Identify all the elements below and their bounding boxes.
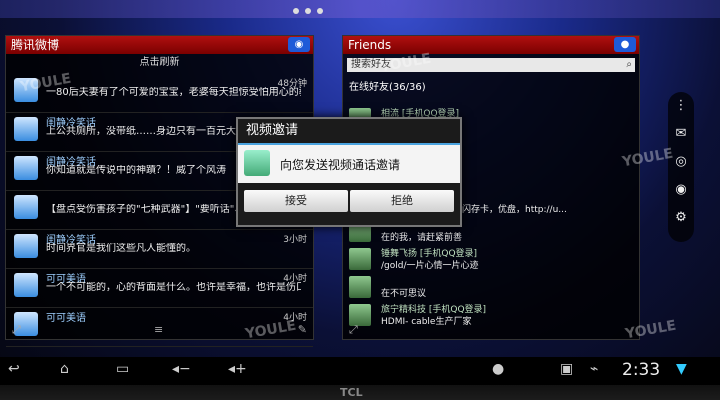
avatar <box>349 276 371 298</box>
refresh-link[interactable]: 点击刷新 <box>6 56 313 70</box>
caller-avatar <box>244 150 270 176</box>
dialog-body: 向您发送视频通话邀请 <box>238 145 460 183</box>
wifi-icon: ▼ <box>676 361 687 377</box>
avatar <box>14 195 38 219</box>
friends-footer: ⤢ <box>343 323 639 339</box>
reject-button[interactable]: 拒绝 <box>350 190 454 212</box>
video-invite-dialog: 视频邀请 向您发送视频通话邀请 接受 拒绝 <box>236 117 462 227</box>
qq-notification-icon[interactable]: ● <box>492 361 504 377</box>
friends-header: Friends ● <box>343 36 639 54</box>
recent-apps-icon[interactable]: ▭ <box>116 361 129 377</box>
resize-icon[interactable]: ⤢ <box>12 323 21 337</box>
mail-icon[interactable]: ✉ <box>668 120 694 148</box>
feed-text: 一80后夫妻有了个可爱的宝宝，老婆每天担惊受怕用心的教导孩子叫"爸爸"老公大受感… <box>46 87 301 98</box>
friend-status: 在不可思议 <box>381 289 427 299</box>
feed-text: 一个不可能的，心的背面是什么。也许是幸福，也许是伤口，别人不了解，自己去体会。 <box>46 282 301 293</box>
friend-status: /gold/一片心情一片心迹 <box>381 261 479 271</box>
menu-icon[interactable]: ≡ <box>154 323 163 336</box>
feed-text: 时间界官是我们这些凡人能懂的。 <box>46 243 196 254</box>
dialog-message: 向您发送视频通话邀请 <box>280 158 401 172</box>
camera-icon[interactable]: ◉ <box>668 176 694 204</box>
avatar <box>14 234 38 258</box>
feed-item[interactable]: 可可美语 4小时 一个不可能的，心的背面是什么。也许是幸福，也许是伤口，别人不了… <box>6 269 313 308</box>
friend-row[interactable]: 锤舞飞扬 [手机QQ登录]/gold/一片心情一片心迹 <box>343 244 639 272</box>
dialog-buttons: 接受 拒绝 <box>238 183 460 221</box>
compose-icon[interactable]: ✎ <box>298 323 307 336</box>
feed-item[interactable]: 闺静冷笑话 3小时 时间界官是我们这些凡人能懂的。 <box>6 230 313 269</box>
weibo-app-icon[interactable]: ◉ <box>288 37 310 52</box>
clock: 2:33 <box>622 360 661 380</box>
apps-icon[interactable]: ⋮ <box>668 92 694 120</box>
avatar <box>14 117 38 141</box>
friend-status: 在的我，请赶紧前善 <box>381 233 463 243</box>
search-icon[interactable]: ⌕ <box>626 58 632 72</box>
tv-bezel: TCL <box>0 385 720 400</box>
resize-icon[interactable]: ⤢ <box>349 323 358 337</box>
avatar <box>349 248 371 270</box>
friends-title: Friends <box>348 38 392 52</box>
home-icon[interactable]: ⌂ <box>60 361 69 377</box>
brand-logo: TCL <box>340 386 363 399</box>
avatar <box>14 156 38 180</box>
settings-icon[interactable]: ⚙ <box>668 204 694 232</box>
usb-icon: ⌁ <box>590 361 599 377</box>
qq-app-icon[interactable]: ● <box>614 37 636 52</box>
side-dock: ⋮ ✉ ◎ ◉ ⚙ <box>668 92 694 242</box>
page-indicator <box>290 0 370 14</box>
accept-button[interactable]: 接受 <box>244 190 348 212</box>
friend-row[interactable]: 在不可思议 <box>343 272 639 300</box>
briefcase-icon: ▣ <box>560 361 574 377</box>
weibo-title: 腾讯微博 <box>11 38 60 52</box>
volume-up-icon[interactable]: ◂+ <box>228 361 247 377</box>
volume-down-icon[interactable]: ◂− <box>172 361 191 377</box>
online-count[interactable]: 在线好友(36/36) <box>343 72 639 95</box>
feed-author: 可可美语 <box>46 313 86 324</box>
back-icon[interactable]: ↩ <box>8 361 20 377</box>
system-bar: ↩ ⌂ ▭ ◂− ◂+ ● ▣ ⌁ 2:33 ▼ <box>0 357 720 385</box>
weibo-header: 腾讯微博 ◉ <box>6 36 313 54</box>
avatar <box>14 273 38 297</box>
dialog-title: 视频邀请 <box>238 119 460 145</box>
